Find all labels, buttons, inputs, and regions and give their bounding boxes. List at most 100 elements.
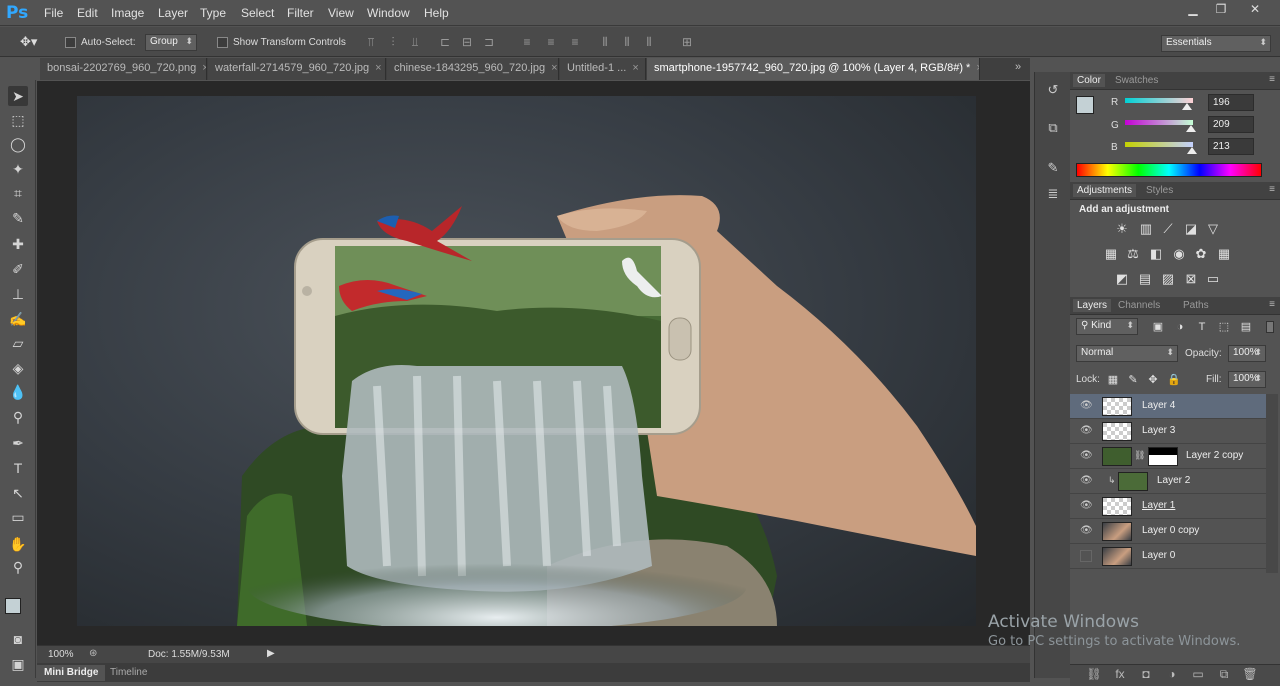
panel-menu-icon[interactable]: ≡ (1269, 184, 1275, 195)
layer-row[interactable]: 👁 ↳ Layer 2 (1070, 469, 1266, 494)
distribute-vcenter-icon[interactable]: ≡ (544, 35, 558, 49)
lasso-tool-icon[interactable]: ◯ (8, 134, 28, 154)
layer-name[interactable]: Layer 2 copy (1186, 450, 1243, 461)
zoom-tool-icon[interactable]: ⚲ (8, 557, 28, 577)
green-slider-thumb[interactable] (1186, 125, 1196, 132)
filter-shape-icon[interactable]: ⬚ (1216, 319, 1232, 335)
history-brush-icon[interactable]: ✍ (8, 309, 28, 329)
layer-row[interactable]: 👁 Layer 3 (1070, 419, 1266, 444)
restore-icon[interactable]: ❐ (1206, 2, 1236, 20)
align-hcenter-icon[interactable]: ⊟ (460, 35, 474, 49)
align-top-icon[interactable]: ⫪ (364, 35, 378, 49)
distribute-left-icon[interactable]: ⦀ (598, 35, 612, 49)
align-right-icon[interactable]: ⊐ (482, 35, 496, 49)
healing-brush-icon[interactable]: ✚ (8, 234, 28, 254)
auto-select-checkbox[interactable] (65, 37, 76, 48)
posterize-icon[interactable]: ▤ (1137, 271, 1153, 287)
layer-name[interactable]: Layer 0 copy (1142, 525, 1199, 536)
menu-select[interactable]: Select (241, 6, 274, 20)
menu-filter[interactable]: Filter (287, 6, 314, 20)
delete-layer-icon[interactable]: 🗑 (1242, 667, 1258, 683)
lock-all-icon[interactable]: 🔒 (1166, 372, 1182, 388)
status-menu-icon[interactable]: ▶ (267, 648, 275, 659)
filter-pixel-icon[interactable]: ▣ (1150, 319, 1166, 335)
clone-stamp-icon[interactable]: ⊥ (8, 284, 28, 304)
tab-channels[interactable]: Channels (1114, 299, 1164, 312)
tab-timeline[interactable]: Timeline (103, 665, 154, 681)
curves-icon[interactable]: ⟋ (1160, 221, 1176, 237)
lock-transparent-icon[interactable]: ▦ (1105, 372, 1121, 388)
add-mask-icon[interactable]: ◘ (1138, 667, 1154, 683)
layer-kind-filter[interactable]: ⚲ Kind (1076, 318, 1138, 335)
blend-mode-dropdown[interactable]: Normal (1076, 345, 1178, 362)
tab-untitled[interactable]: Untitled-1 ... × (560, 58, 646, 80)
quick-mask-icon[interactable]: ◙ (8, 629, 28, 649)
menu-type[interactable]: Type (200, 6, 226, 20)
brightness-icon[interactable]: ☀ (1114, 221, 1130, 237)
filter-adjustment-icon[interactable]: ◑ (1172, 319, 1188, 335)
eye-icon[interactable]: 👁 (1080, 500, 1093, 512)
tab-mini-bridge[interactable]: Mini Bridge (37, 665, 106, 681)
foreground-color-swatch[interactable] (5, 598, 21, 614)
screen-mode-icon[interactable]: ▣ (8, 654, 28, 674)
color-lookup-icon[interactable]: ▦ (1216, 246, 1232, 262)
distribute-top-icon[interactable]: ≡ (520, 35, 534, 49)
threshold-icon[interactable]: ▨ (1160, 271, 1176, 287)
selective-color-icon[interactable]: ⊠ (1183, 271, 1199, 287)
brush-panel-icon[interactable]: ✎ (1044, 160, 1062, 178)
black-white-icon[interactable]: ◧ (1148, 246, 1164, 262)
rectangle-tool-icon[interactable]: ▭ (8, 507, 28, 527)
document-canvas[interactable] (77, 96, 976, 626)
filter-toggle[interactable] (1266, 321, 1274, 333)
character-panel-icon[interactable]: ≣ (1044, 186, 1062, 204)
align-bottom-icon[interactable]: ⫫ (408, 35, 422, 49)
move-tool-icon[interactable]: ➤ (8, 86, 28, 106)
link-layers-icon[interactable]: ⛓ (1086, 667, 1102, 683)
close-tab-icon[interactable]: × (551, 62, 557, 74)
tab-styles[interactable]: Styles (1142, 184, 1177, 197)
filter-smart-icon[interactable]: ▤ (1238, 319, 1254, 335)
tab-bonsai[interactable]: bonsai-2202769_960_720.png × (40, 58, 207, 80)
layer-name[interactable]: Layer 4 (1142, 400, 1175, 411)
layer-mask-thumbnail[interactable] (1148, 447, 1178, 466)
layer-name[interactable]: Layer 0 (1142, 550, 1175, 561)
link-icon[interactable]: ⛓ (1134, 450, 1145, 461)
distribute-bottom-icon[interactable]: ≡ (568, 35, 582, 49)
color-foreground-swatch[interactable] (1076, 96, 1094, 114)
tab-chinese[interactable]: chinese-1843295_960_720.jpg × (387, 58, 559, 80)
eye-icon[interactable]: 👁 (1080, 400, 1093, 412)
layer-row[interactable]: 👁 ⛓ Layer 2 copy (1070, 444, 1266, 469)
dodge-tool-icon[interactable]: ⚲ (8, 407, 28, 427)
menu-edit[interactable]: Edit (77, 6, 98, 20)
panel-menu-icon[interactable]: ≡ (1269, 299, 1275, 310)
brush-tool-icon[interactable]: ✐ (8, 259, 28, 279)
menu-image[interactable]: Image (111, 6, 144, 20)
new-layer-icon[interactable]: ⧉ (1216, 667, 1232, 683)
eyedropper-tool-icon[interactable]: ✎ (8, 208, 28, 228)
layer-row[interactable]: 👁 Layer 0 copy (1070, 519, 1266, 544)
new-adjustment-icon[interactable]: ◑ (1164, 667, 1180, 683)
close-tab-icon[interactable]: × (632, 62, 638, 74)
tab-layers[interactable]: Layers (1073, 299, 1112, 312)
align-vcenter-icon[interactable]: ⫶ (386, 35, 400, 49)
new-group-icon[interactable]: ▭ (1190, 667, 1206, 683)
gradient-map-icon[interactable]: ▭ (1205, 271, 1221, 287)
blue-slider-thumb[interactable] (1187, 147, 1197, 154)
close-tab-icon[interactable]: × (976, 62, 979, 74)
eye-icon[interactable]: 👁 (1080, 475, 1093, 487)
distribute-right-icon[interactable]: ⦀ (642, 35, 656, 49)
status-share-icon[interactable]: ⊛ (89, 648, 97, 659)
close-icon[interactable]: ✕ (1240, 2, 1270, 20)
layer-name[interactable]: Layer 2 (1157, 475, 1190, 486)
menu-help[interactable]: Help (424, 6, 449, 20)
path-select-icon[interactable]: ↖ (8, 483, 28, 503)
lock-position-icon[interactable]: ✥ (1145, 372, 1161, 388)
eraser-tool-icon[interactable]: ▱ (8, 333, 28, 353)
layer-name[interactable]: Layer 1 (1142, 500, 1175, 511)
eye-icon[interactable]: 👁 (1080, 525, 1093, 537)
tab-paths[interactable]: Paths (1179, 299, 1213, 312)
blue-slider[interactable] (1125, 142, 1193, 147)
eye-icon[interactable]: 👁 (1080, 450, 1093, 462)
menu-file[interactable]: File (44, 6, 63, 20)
blue-value[interactable]: 213 (1208, 138, 1254, 155)
